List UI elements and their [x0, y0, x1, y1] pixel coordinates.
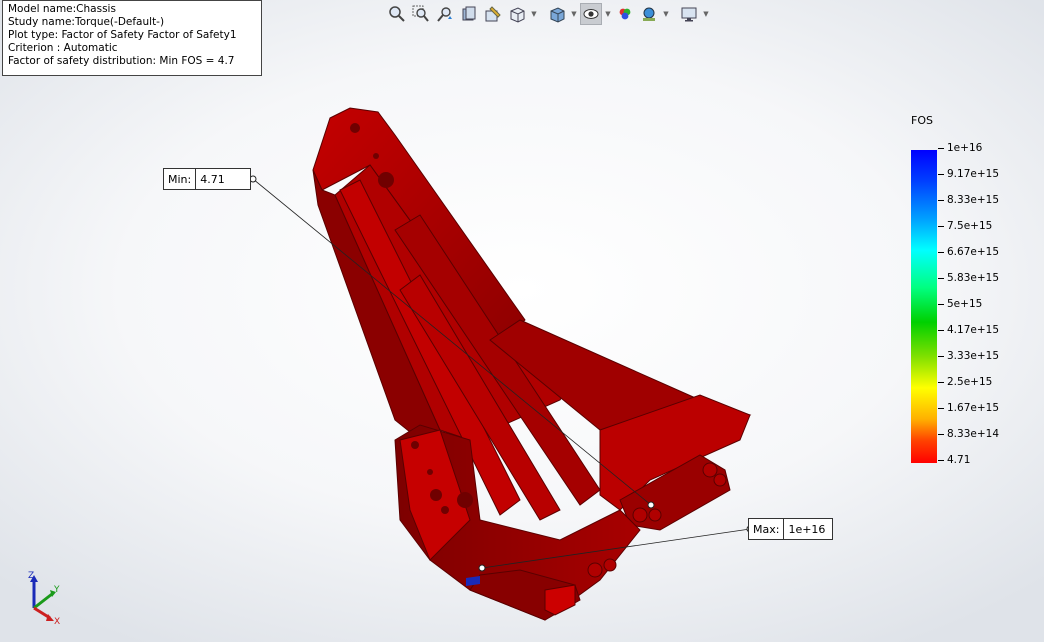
- reference-triad: Z Y X: [28, 571, 60, 627]
- legend-label: 3.33e+15: [938, 349, 999, 363]
- edit-appearance-icon[interactable]: [614, 3, 636, 25]
- heads-up-view-toolbar: ▼ ▼ ▼ ▼ ▼: [386, 2, 710, 26]
- legend-label: 8.33e+14: [938, 427, 999, 441]
- legend-label: 4.17e+15: [938, 323, 999, 337]
- z-label: Z: [28, 571, 34, 581]
- min-label: Min:: [164, 169, 197, 189]
- legend-title: FOS: [911, 114, 933, 127]
- view-settings-icon[interactable]: [678, 3, 700, 25]
- criterion-line: Criterion : Automatic: [8, 42, 118, 54]
- legend-label: 9.17e+15: [938, 167, 999, 181]
- previous-view-icon[interactable]: [434, 3, 456, 25]
- hide-show-items-icon[interactable]: [580, 3, 602, 25]
- chevron-down-icon[interactable]: ▼: [570, 3, 578, 25]
- view-orientation-icon[interactable]: [506, 3, 528, 25]
- study-info-box: Model name:Chassis Study name:Torque(-De…: [2, 0, 262, 76]
- max-value: 1e+16: [788, 522, 826, 536]
- legend-label: 5e+15: [938, 297, 982, 311]
- zoom-to-area-icon[interactable]: [410, 3, 432, 25]
- chevron-down-icon[interactable]: ▼: [604, 3, 612, 25]
- min-fos-callout[interactable]: Min: 4.71: [163, 168, 252, 190]
- legend-label: 7.5e+15: [938, 219, 992, 233]
- display-style-icon[interactable]: [546, 3, 568, 25]
- y-axis: [33, 592, 53, 610]
- chevron-down-icon[interactable]: ▼: [662, 3, 670, 25]
- legend-label: 1.67e+15: [938, 401, 999, 415]
- legend-color-bar[interactable]: [911, 150, 937, 463]
- dynamic-annotation-icon[interactable]: [482, 3, 504, 25]
- y-label: Y: [53, 585, 60, 595]
- plot-type-line: Plot type: Factor of Safety Factor of Sa…: [8, 29, 237, 41]
- section-view-icon[interactable]: [458, 3, 480, 25]
- legend-labels: 1e+16 9.17e+15 8.33e+15 7.5e+15 6.67e+15…: [938, 141, 1008, 471]
- chassis-model[interactable]: [0, 0, 1044, 642]
- zoom-to-fit-icon[interactable]: [386, 3, 408, 25]
- apply-scene-icon[interactable]: [638, 3, 660, 25]
- max-fos-callout[interactable]: Max: 1e+16: [748, 518, 834, 540]
- fos-distribution-line: Factor of safety distribution: Min FOS =…: [8, 55, 235, 67]
- study-name-line: Study name:Torque(-Default-): [8, 16, 165, 28]
- legend-label: 6.67e+15: [938, 245, 999, 259]
- chevron-down-icon[interactable]: ▼: [702, 3, 710, 25]
- legend-label: 2.5e+15: [938, 375, 992, 389]
- legend-label: 1e+16: [938, 141, 982, 155]
- chevron-down-icon[interactable]: ▼: [530, 3, 538, 25]
- max-label: Max:: [749, 519, 785, 539]
- legend-label: 4.71: [938, 453, 970, 467]
- min-value: 4.71: [200, 172, 225, 186]
- model-name-line: Model name:Chassis: [8, 3, 116, 15]
- x-label: X: [54, 617, 60, 627]
- legend-label: 8.33e+15: [938, 193, 999, 207]
- legend-label: 5.83e+15: [938, 271, 999, 285]
